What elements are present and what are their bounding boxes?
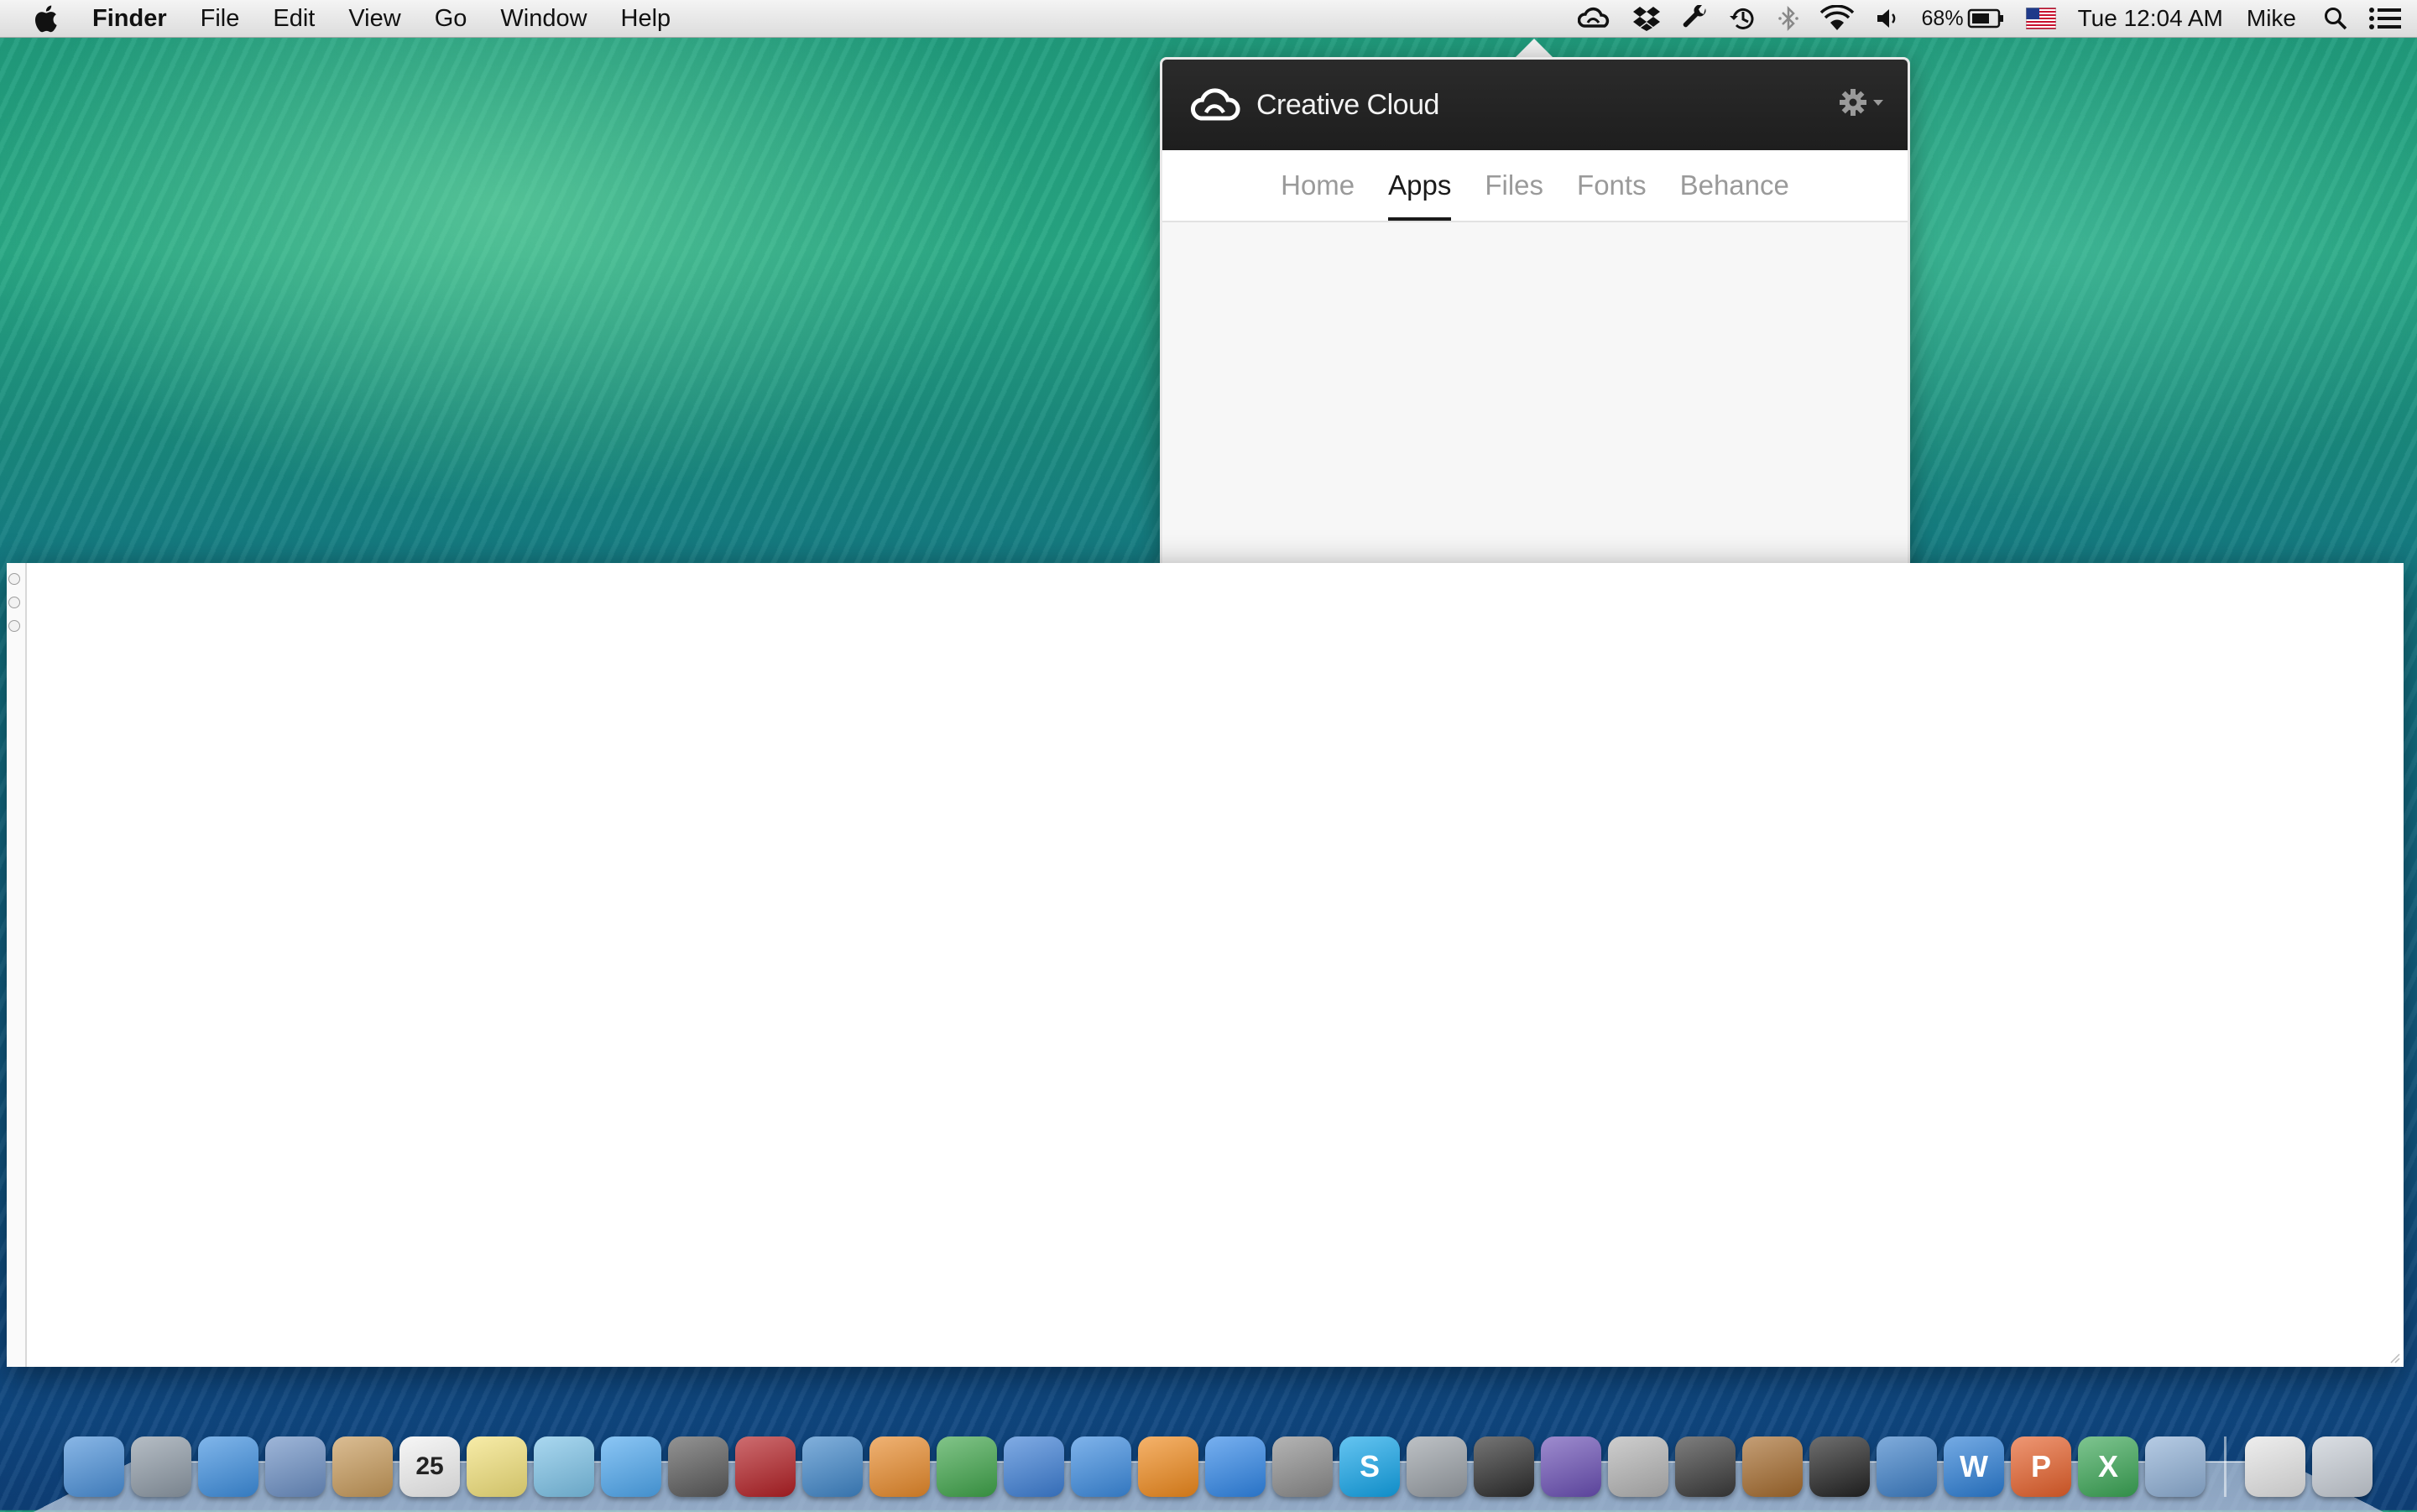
tab-files[interactable]: Files [1485, 169, 1543, 221]
final-cut-icon[interactable] [1474, 1436, 1534, 1497]
ibooks-icon[interactable] [1138, 1436, 1198, 1497]
compressor-icon[interactable] [1608, 1436, 1668, 1497]
maps-icon[interactable] [534, 1436, 594, 1497]
dropbox-icon[interactable] [1621, 0, 1672, 37]
tab-home[interactable]: Home [1281, 169, 1355, 221]
menu-go[interactable]: Go [418, 0, 484, 37]
window-edge [7, 563, 27, 1367]
gear-icon [1839, 88, 1867, 117]
bluetooth-icon[interactable] [1767, 0, 1809, 37]
creative-cloud-panel: Creative Cloud Home Apps Files Fonts Beh… [1160, 57, 1910, 582]
menu-clock[interactable]: Tue 12:04 AM [2066, 0, 2235, 37]
desktop: { "menubar": { "app_name": "Finder", "me… [0, 0, 2417, 1510]
skype-icon[interactable]: S [1339, 1436, 1400, 1497]
wifi-icon[interactable] [1809, 0, 1865, 37]
pages-icon[interactable] [869, 1436, 930, 1497]
creative-cloud-header: Creative Cloud [1162, 60, 1908, 150]
menu-window[interactable]: Window [483, 0, 603, 37]
trash-icon[interactable] [2312, 1436, 2373, 1497]
excel-icon[interactable]: X [2078, 1436, 2138, 1497]
zoom-button[interactable] [8, 620, 20, 632]
word-icon[interactable]: W [1944, 1436, 2004, 1497]
calendar-glyph: 25 [415, 1452, 443, 1481]
spotlight-search-icon[interactable] [2308, 0, 2363, 37]
popover-arrow [1516, 39, 1553, 57]
messages-icon[interactable] [601, 1436, 661, 1497]
creative-cloud-title: Creative Cloud [1256, 89, 1439, 122]
app-menu-finder[interactable]: Finder [70, 0, 184, 37]
creative-cloud-logo-icon [1189, 85, 1243, 125]
facetime-icon[interactable] [668, 1436, 728, 1497]
instruments-icon[interactable] [1742, 1436, 1803, 1497]
time-machine-icon[interactable] [1719, 0, 1767, 37]
mail-bird-icon[interactable] [265, 1436, 326, 1497]
menu-view[interactable]: View [331, 0, 417, 37]
safari-icon[interactable] [198, 1436, 258, 1497]
apple-menu-icon[interactable] [20, 0, 70, 37]
blank-window[interactable] [7, 563, 2404, 1367]
system-preferences-icon[interactable] [1272, 1436, 1333, 1497]
itunes-icon[interactable] [1071, 1436, 1131, 1497]
logic-icon[interactable] [1675, 1436, 1736, 1497]
creative-cloud-tabs: Home Apps Files Fonts Behance [1162, 150, 1908, 222]
battery-percent[interactable]: 68% [1910, 0, 1967, 37]
dock-separator [2224, 1436, 2226, 1497]
preview-icon[interactable] [1877, 1436, 1937, 1497]
us-flag-input-icon[interactable] [2016, 0, 2066, 37]
powerpoint-glyph: P [2031, 1449, 2051, 1484]
creative-cloud-content [1162, 222, 1908, 575]
iphoto-icon[interactable] [802, 1436, 863, 1497]
minimize-button[interactable] [8, 597, 20, 608]
imovie-star-icon[interactable] [1407, 1436, 1467, 1497]
skype-glyph: S [1360, 1449, 1380, 1484]
volume-icon[interactable] [1865, 0, 1910, 37]
notes-icon[interactable] [467, 1436, 527, 1497]
numbers-icon[interactable] [937, 1436, 997, 1497]
aperture-icon[interactable] [1809, 1436, 1870, 1497]
finder-icon[interactable] [64, 1436, 124, 1497]
app-store-icon[interactable] [1205, 1436, 1266, 1497]
photo-booth-icon[interactable] [735, 1436, 796, 1497]
launchpad-icon[interactable] [131, 1436, 191, 1497]
creative-cloud-menu-icon[interactable] [1568, 0, 1621, 37]
word-glyph: W [1960, 1449, 1988, 1484]
preview-photos-icon[interactable] [2145, 1436, 2206, 1497]
menu-help[interactable]: Help [604, 0, 688, 37]
tab-apps[interactable]: Apps [1388, 169, 1451, 221]
keynote-icon[interactable] [1004, 1436, 1064, 1497]
settings-gear-menu[interactable] [1839, 88, 1884, 117]
user-menu[interactable]: Mike [2235, 0, 2308, 37]
documents-stack-icon[interactable] [2245, 1436, 2305, 1497]
excel-glyph: X [2098, 1449, 2118, 1484]
wrench-icon[interactable] [1672, 0, 1719, 37]
menu-edit[interactable]: Edit [256, 0, 331, 37]
notification-center-icon[interactable] [2363, 0, 2417, 37]
powerpoint-icon[interactable]: P [2011, 1436, 2071, 1497]
calendar-icon[interactable]: 25 [399, 1436, 460, 1497]
chevron-down-icon [1872, 98, 1884, 107]
menu-file[interactable]: File [184, 0, 257, 37]
menu-bar: Finder File Edit View Go Window Help 68% [0, 0, 2417, 38]
battery-icon[interactable] [1967, 0, 2016, 37]
tab-fonts[interactable]: Fonts [1577, 169, 1647, 221]
motion-icon[interactable] [1541, 1436, 1601, 1497]
tab-behance[interactable]: Behance [1680, 169, 1789, 221]
close-button[interactable] [8, 573, 20, 585]
resize-grip-icon[interactable] [2387, 1350, 2400, 1363]
contacts-icon[interactable] [332, 1436, 393, 1497]
dock: 25 S W P X [64, 1426, 2373, 1497]
